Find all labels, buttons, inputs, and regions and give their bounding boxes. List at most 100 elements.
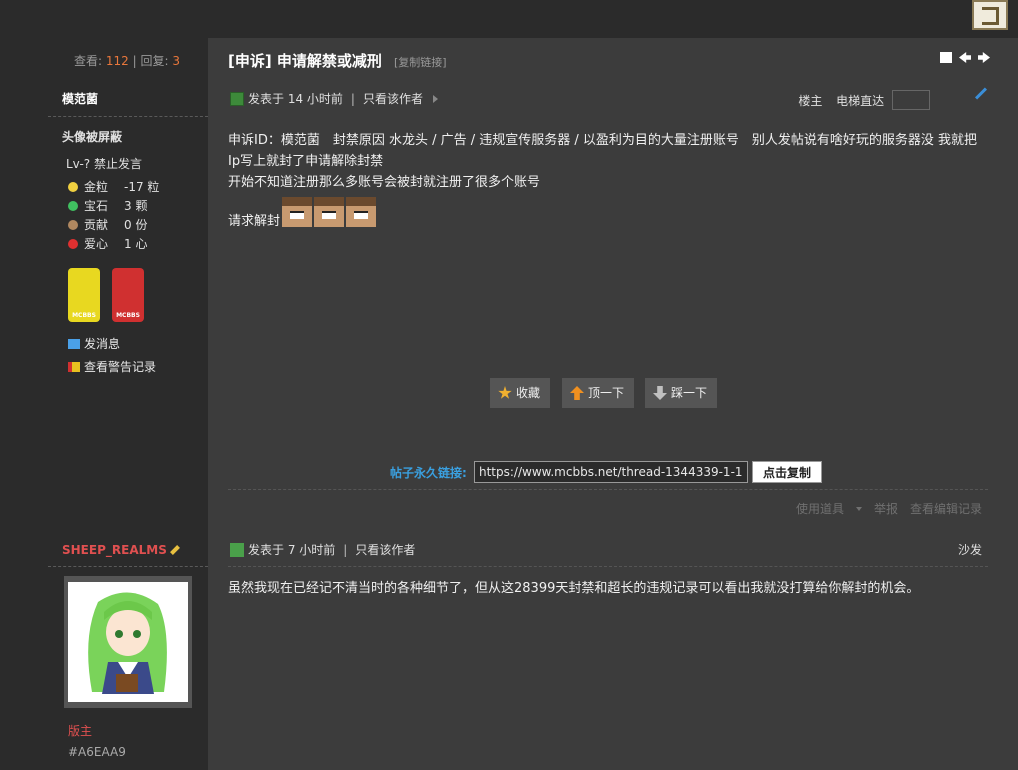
post-content: 虽然我现在已经记不清当时的各种细节了，但从这28399天封禁和超长的违规记录可以… [228,581,920,596]
stat-gold: 金粒 -17 粒 [68,178,159,196]
stat-contribution: 贡献 0 份 [68,216,147,234]
user-color-id: #A6EAA9 [68,745,126,759]
post-time: 发表于 7 小时前 [248,543,336,557]
use-tools-link[interactable]: 使用道具 [784,502,862,516]
stat-label: 宝石 [84,199,109,213]
author-sidebar: 查看: 112 | 回复: 3 模范菌 头像被屏蔽 Lv-? 禁止发言 金粒 -1… [48,38,208,770]
star-icon [498,386,512,399]
floor-jump-go-icon[interactable] [974,87,988,100]
send-message-label: 发消息 [84,337,121,351]
content-line: 申诉ID：模范菌 封禁原因 水龙头 / 广告 / 违规宣传服务器 / 以盈利为目… [228,133,978,169]
views-count: 112 [105,54,129,68]
caret-down-icon [855,507,862,511]
views-label: 查看: [74,54,103,68]
print-icon[interactable] [940,52,952,63]
divider [228,566,988,567]
stat-love: 爱心 1 心 [68,235,147,253]
up-arrow-icon [570,386,584,400]
cookie-icon [68,220,78,230]
avatar-image [68,582,188,702]
post-meta: 发表于 7 小时前 | 只看该作者 [230,541,415,558]
only-author-link[interactable]: 只看该作者 [355,543,415,557]
creeper-icon [230,92,244,106]
upvote-button[interactable]: 顶一下 [562,378,635,408]
copy-link-button[interactable]: [复制链接] [394,54,447,70]
floor-label: 沙发 [957,543,982,557]
post-meta: 发表于 14 小时前 | 只看该作者 [230,90,438,107]
username-text: SHEEP_REALMS [62,543,167,557]
stat-value: 0 份 [124,218,148,232]
replies-label: 回复: [140,54,169,68]
send-message-link[interactable]: 发消息 [68,335,120,352]
stat-gem: 宝石 3 颗 [68,197,147,215]
permalink-input[interactable] [474,461,748,483]
emoji-face-icon [346,197,377,227]
gem-icon [68,201,78,211]
divider [228,489,988,490]
stat-label: 爱心 [84,237,109,251]
chevron-right-icon[interactable] [432,95,438,103]
emoji-face-icon [282,197,313,227]
view-warnings-link[interactable]: 查看警告记录 [68,358,156,375]
back-arrow-icon[interactable] [972,0,1008,30]
floor-nav: 楼主 电梯直达 [798,90,930,110]
downvote-label: 踩一下 [671,386,708,400]
creeper-icon [230,543,244,557]
anime-girl-avatar-icon [88,592,167,694]
meta-sep: | [350,92,355,106]
top-bar [0,0,1018,38]
thread-main: [申诉] 申请解禁或减刑 [复制链接] 发表于 14 小时前 | 只看该作者 楼主 … [208,38,1018,770]
author-username[interactable]: SHEEP_REALMS [62,543,180,557]
divider [48,116,208,117]
medal-tag: MCBBS [72,312,96,319]
user-level: Lv-? 禁止发言 [66,157,142,171]
copy-permalink-button[interactable]: 点击复制 [752,461,822,483]
floor-label: 楼主 [798,94,823,108]
pickaxe-medal[interactable]: MCBBS [68,268,100,322]
stat-value: -17 粒 [124,180,160,194]
content-line: 开始不知道注册那么多账号会被封就注册了很多个账号 [228,175,541,190]
avatar-hidden-note: 头像被屏蔽 [62,130,123,144]
divider [48,566,208,567]
permalink-label: 帖子永久链接: [390,466,467,480]
thread-tools [933,52,990,66]
thread-title: [申诉] 申请解禁或减刑 [228,52,382,70]
elevator-label: 电梯直达 [836,94,885,108]
stat-label: 贡献 [84,218,109,232]
thread-stats: 查看: 112 | 回复: 3 [74,52,180,69]
avatar[interactable] [64,576,192,708]
use-tools-label: 使用道具 [795,502,844,516]
floor-jump-input[interactable] [892,90,930,110]
pencil-icon [169,545,180,555]
stat-value: 3 颗 [124,199,148,213]
post-time: 发表于 14 小时前 [248,92,343,106]
favorite-button[interactable]: 收藏 [490,378,551,408]
down-arrow-icon [653,386,667,400]
report-link[interactable]: 举报 [874,502,898,516]
only-author-link[interactable]: 只看该作者 [363,92,423,106]
post-content: 申诉ID：模范菌 封禁原因 水龙头 / 广告 / 违规宣传服务器 / 以盈利为目… [228,130,988,232]
java-medal[interactable]: MCBBS [112,268,144,322]
user-role: 版主 [68,724,93,738]
author-username[interactable]: 模范菌 [62,90,98,107]
replies-count: 3 [172,54,180,68]
medal-tag: MCBBS [116,312,140,319]
downvote-button[interactable]: 踩一下 [645,378,718,408]
apple-icon [68,239,78,249]
edit-log-link[interactable]: 查看编辑记录 [910,502,982,516]
meta-sep: | [343,543,348,557]
bulb-icon [68,182,78,192]
upvote-label: 顶一下 [588,386,625,400]
prev-arrow-icon[interactable] [959,52,971,63]
stat-value: 1 心 [124,237,148,251]
emoji-face-icon [314,197,345,227]
stats-sep: | [132,54,137,68]
favorite-label: 收藏 [516,386,541,400]
content-line: 请求解封 [228,197,988,232]
envelope-icon [68,339,80,349]
post-actions: 使用道具 举报 查看编辑记录 [772,500,982,517]
stat-label: 金粒 [84,180,109,194]
next-arrow-icon[interactable] [978,52,990,63]
view-warnings-label: 查看警告记录 [84,360,157,374]
warning-card-icon [68,362,80,372]
